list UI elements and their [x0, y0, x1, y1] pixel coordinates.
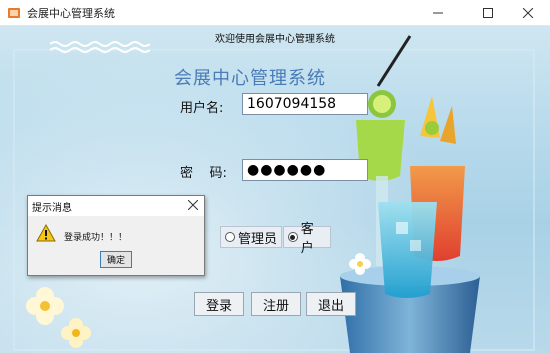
- role-customer-label: 客户: [300, 222, 314, 256]
- radio-checked-icon: [288, 232, 298, 242]
- role-admin-label: 管理员: [238, 231, 278, 247]
- maximize-icon: [482, 8, 493, 18]
- register-button[interactable]: 注册: [251, 292, 301, 316]
- window-titlebar: 会展中心管理系统: [0, 0, 550, 26]
- minimize-icon: [432, 12, 443, 14]
- radio-unchecked-icon: [225, 232, 235, 242]
- role-admin-radio[interactable]: 管理员: [220, 226, 282, 248]
- dialog-titlebar: 提示消息: [28, 196, 204, 216]
- system-title: 会展中心管理系统: [174, 68, 326, 89]
- warning-icon: [36, 224, 56, 242]
- login-panel: 欢迎使用会展中心管理系统 会展中心管理系统 用户名: 1607094158 密 …: [0, 26, 550, 353]
- username-input[interactable]: 1607094158: [242, 93, 368, 115]
- password-label: 密 码:: [180, 166, 227, 181]
- role-customer-radio[interactable]: 客户: [283, 222, 331, 256]
- close-button[interactable]: [505, 0, 550, 26]
- dialog-message: 登录成功！！！: [64, 233, 128, 243]
- app-icon: [8, 8, 20, 18]
- maximize-button[interactable]: [465, 0, 510, 26]
- exit-button[interactable]: 退出: [306, 292, 356, 316]
- username-label: 用户名:: [180, 101, 224, 116]
- ok-button[interactable]: 确定: [100, 251, 132, 268]
- close-icon: [522, 8, 533, 18]
- welcome-text: 欢迎使用会展中心管理系统: [215, 34, 335, 45]
- window-title: 会展中心管理系统: [27, 7, 115, 20]
- minimize-button[interactable]: [415, 0, 460, 26]
- password-input[interactable]: ●●●●●●: [242, 159, 368, 181]
- close-icon[interactable]: [188, 200, 198, 210]
- login-button[interactable]: 登录: [194, 292, 244, 316]
- dialog-title: 提示消息: [32, 203, 72, 214]
- message-dialog: 提示消息 登录成功！！！ 确定: [27, 195, 205, 276]
